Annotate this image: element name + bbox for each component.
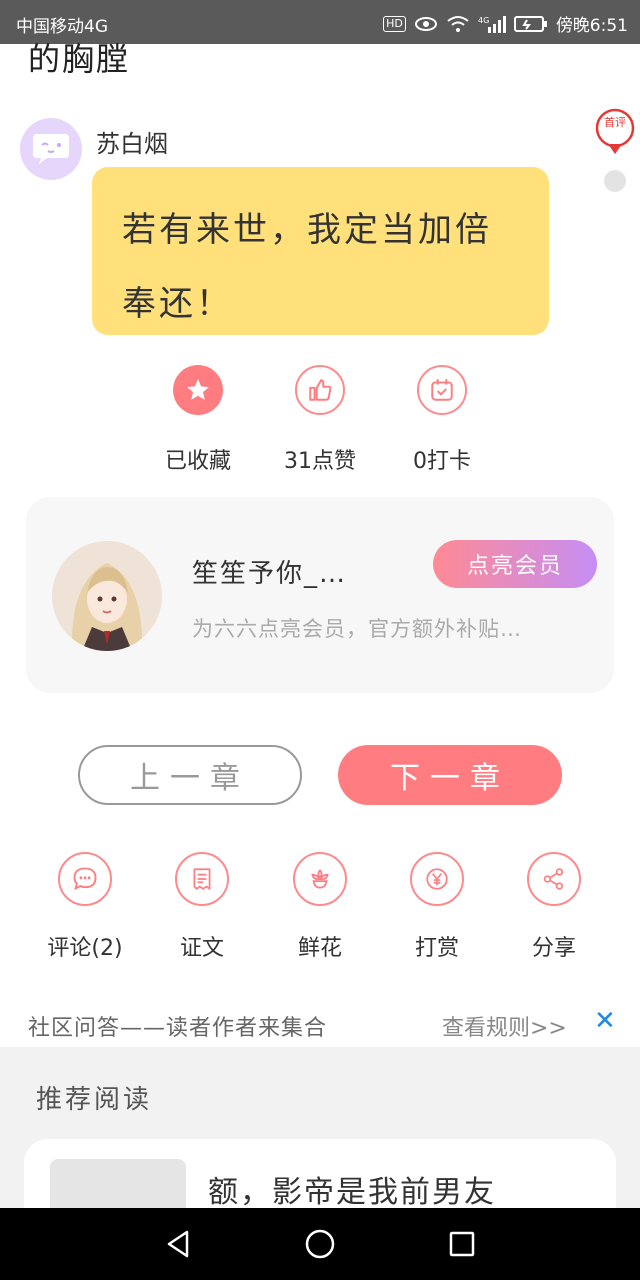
- back-icon[interactable]: [160, 1226, 196, 1262]
- eye-icon: [414, 16, 438, 32]
- checkin-label: 0打卡: [413, 449, 471, 474]
- flower-label: 鲜花: [297, 936, 342, 961]
- like-label: 31点赞: [284, 449, 356, 474]
- book-title: 额，影帝是我前男友: [208, 1175, 496, 1210]
- flower-tool[interactable]: 鲜花: [265, 852, 375, 962]
- proof-label: 证文: [179, 936, 224, 961]
- next-chapter-button[interactable]: 下一章: [338, 745, 562, 805]
- proof-tool[interactable]: 证文: [147, 852, 257, 962]
- recommend-title: 推荐阅读: [36, 1085, 153, 1115]
- community-text[interactable]: 社区问答——读者作者来集合: [28, 1010, 327, 1042]
- member-card: 笙笙予你_… 点亮会员 为六六点亮会员，官方额外补贴…: [26, 497, 614, 693]
- collect-label: 已收藏: [164, 449, 231, 474]
- first-badge-text: 首评: [604, 115, 626, 129]
- battery-icon: [513, 15, 548, 33]
- wifi-icon: [446, 15, 470, 33]
- community-banner: 社区问答——读者作者来集合 查看规则>> ✕: [0, 1000, 640, 1046]
- thumbs-up-icon: [295, 365, 345, 415]
- like-action[interactable]: 31点赞: [260, 365, 380, 475]
- indicator-dot: [604, 170, 626, 192]
- member-avatar[interactable]: [52, 541, 162, 651]
- clock: 傍晚6:51: [555, 16, 628, 36]
- flower-icon: [293, 852, 347, 906]
- comment-icon: [58, 852, 112, 906]
- chat-bubble-icon: [33, 134, 69, 164]
- home-icon[interactable]: [302, 1226, 338, 1262]
- light-up-member-button[interactable]: 点亮会员: [433, 540, 597, 588]
- first-comment-badge[interactable]: 首评: [594, 108, 636, 156]
- share-label: 分享: [531, 936, 576, 961]
- share-tool[interactable]: 分享: [499, 852, 609, 962]
- comment-tool[interactable]: 评论(2): [30, 852, 140, 962]
- previous-chapter-button[interactable]: 上一章: [78, 745, 302, 805]
- yen-icon: [410, 852, 464, 906]
- collect-action[interactable]: 已收藏: [138, 365, 258, 475]
- document-icon: [175, 852, 229, 906]
- reward-tool[interactable]: 打赏: [382, 852, 492, 962]
- author-name[interactable]: 苏白烟: [96, 124, 168, 159]
- comment-label: 评论(2): [47, 936, 123, 961]
- author-note-bubble: 若有来世，我定当加倍奉还！: [92, 167, 549, 335]
- chapter-text-fragment: 的胸膛: [28, 40, 131, 78]
- calendar-check-icon: [417, 365, 467, 415]
- author-avatar[interactable]: [20, 118, 82, 180]
- system-nav-bar: [0, 1208, 640, 1280]
- svg-text:4G: 4G: [478, 16, 489, 25]
- status-icons: HD 4G 傍晚6:51: [383, 11, 628, 36]
- member-description: 为六六点亮会员，官方额外补贴…: [192, 617, 522, 641]
- reward-label: 打赏: [414, 936, 459, 961]
- checkin-action[interactable]: 0打卡: [382, 365, 502, 475]
- view-rules-link[interactable]: 查看规则>>: [442, 1010, 567, 1042]
- close-icon[interactable]: ✕: [594, 1006, 616, 1036]
- signal-icon: 4G: [478, 15, 506, 33]
- star-icon: [173, 365, 223, 415]
- recents-icon[interactable]: [444, 1226, 480, 1262]
- share-icon: [527, 852, 581, 906]
- member-name: 笙笙予你_…: [192, 559, 348, 589]
- hd-icon: HD: [383, 15, 406, 32]
- recommend-section: 推荐阅读 额，影帝是我前男友: [0, 1047, 640, 1259]
